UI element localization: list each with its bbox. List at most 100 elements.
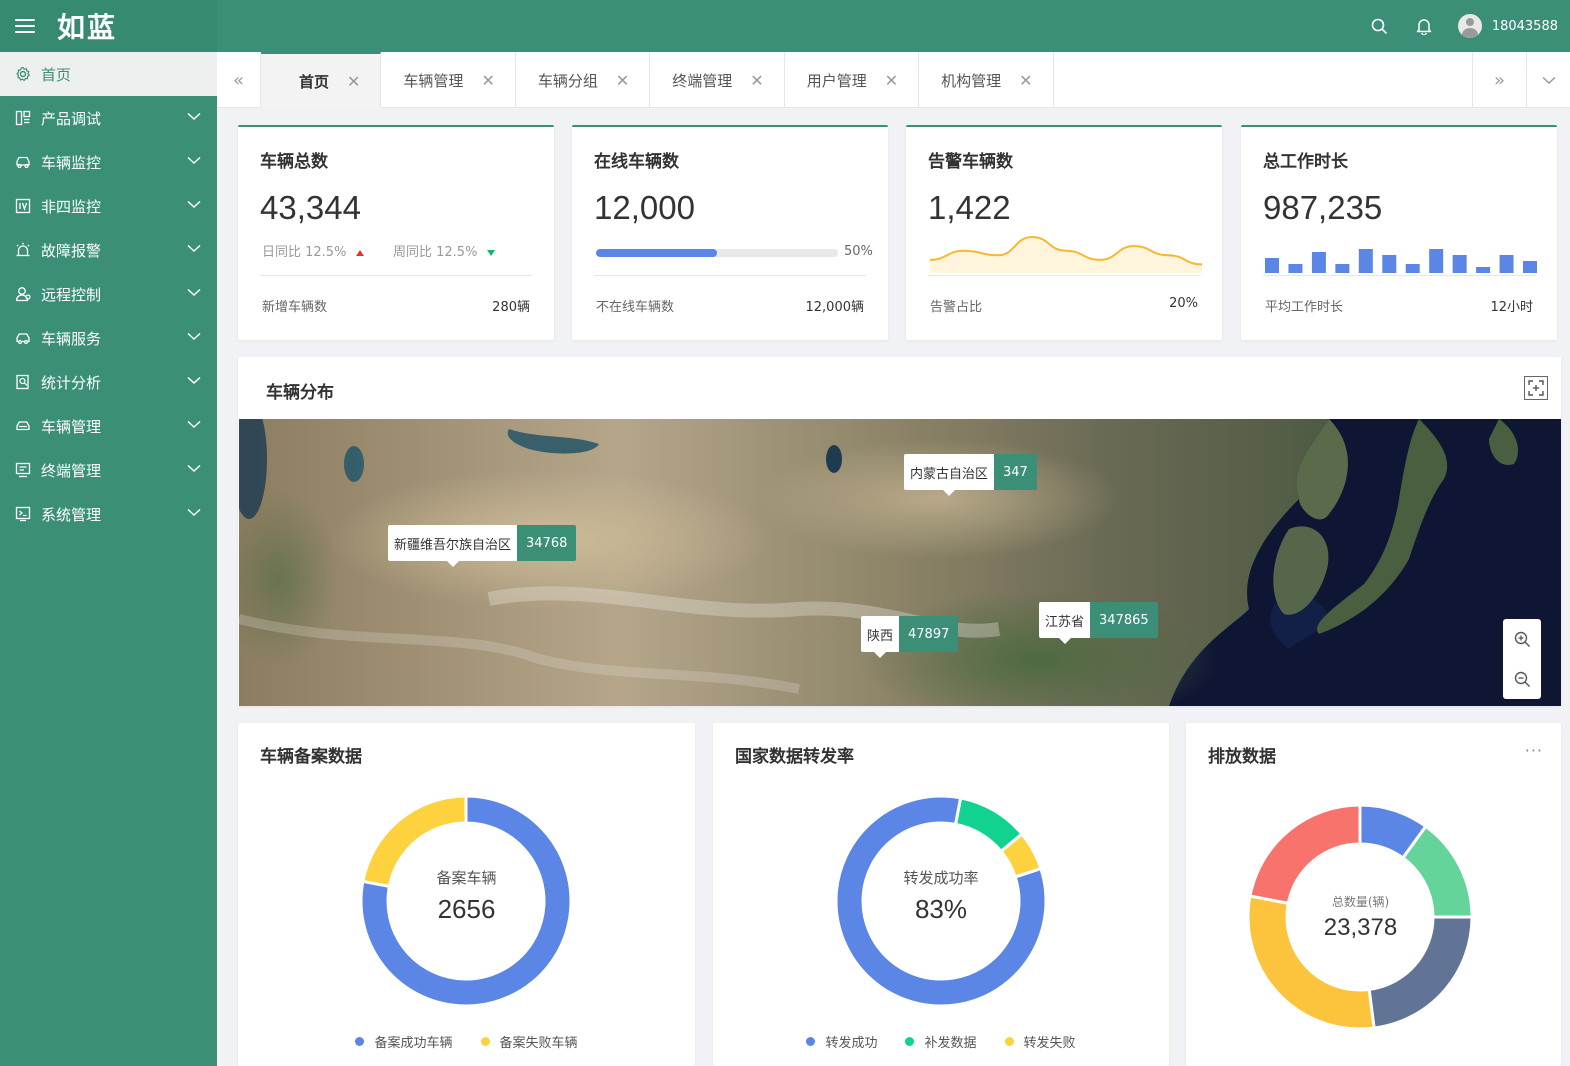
sidebar-item-product-debug[interactable]: 产品调试	[0, 96, 217, 140]
sidebar-item-car-monitor[interactable]: 车辆监控	[0, 140, 217, 184]
region-count: 347	[994, 454, 1037, 490]
search-icon[interactable]	[1370, 16, 1390, 36]
donut-center-value: 83%	[914, 894, 968, 924]
statistics-icon	[15, 374, 31, 390]
legend-dot	[355, 1037, 365, 1046]
tab-label: 用户管理	[806, 71, 867, 90]
close-icon[interactable]: ✕	[616, 71, 629, 90]
stat-value: 12,000	[594, 189, 695, 226]
sidebar-item-home[interactable]: 首页	[0, 52, 217, 96]
tab-user-manage[interactable]: 用户管理 ✕	[785, 52, 920, 108]
sidebar-item-label: 系统管理	[41, 505, 102, 524]
menu-toggle-icon[interactable]	[15, 19, 35, 33]
legend-item[interactable]: 补发数据	[905, 1032, 977, 1051]
map-terrain	[239, 419, 1561, 706]
legend-label: 转发失败	[1023, 1036, 1076, 1051]
zoom-in-icon[interactable]	[1503, 619, 1541, 659]
legend-item[interactable]: 备案失败车辆	[480, 1032, 578, 1051]
work-hours-bar	[1405, 264, 1420, 273]
map-label-xinjiang[interactable]: 新疆维吾尔族自治区 34768	[388, 525, 577, 567]
sidebar-item-alarm[interactable]: 故障报警	[0, 228, 217, 272]
stat-foot-value: 12,000辆	[805, 300, 865, 315]
map-zoom-controls	[1503, 619, 1541, 699]
sidebar-item-terminal[interactable]: 终端管理	[0, 448, 217, 492]
sidebar-item-label: 产品调试	[41, 109, 102, 128]
stat-title: 车辆总数	[260, 152, 328, 172]
tabs-scroll-left-icon[interactable]: «	[217, 52, 261, 108]
day-compare: 日同比 12.5%	[262, 241, 365, 260]
sidebar-item-iv-monitor[interactable]: 非四监控	[0, 184, 217, 228]
donut-center-value: 23,378	[1323, 914, 1398, 941]
work-hours-bar	[1335, 264, 1350, 273]
close-icon[interactable]: ✕	[1019, 71, 1032, 90]
work-hours-bars	[1265, 249, 1537, 273]
legend-item[interactable]: 备案成功车辆	[355, 1032, 453, 1051]
chevron-down-icon	[187, 112, 201, 121]
stat-foot-label: 不在线车辆数	[596, 300, 675, 315]
tabs-bar: « 首页 ✕ 车辆管理 ✕ 车辆分组 ✕ 终端管理 ✕ 用户管理 ✕ 机构管理 ✕ »	[217, 52, 1570, 108]
week-compare: 周同比 12.5%	[393, 241, 496, 260]
sidebar-item-statistics[interactable]: 统计分析	[0, 360, 217, 404]
close-icon[interactable]: ✕	[481, 71, 494, 90]
alarm-sparkline	[930, 235, 1202, 273]
zoom-out-icon[interactable]	[1503, 659, 1541, 699]
tab-home[interactable]: 首页 ✕	[261, 52, 382, 108]
legend-label: 备案失败车辆	[499, 1036, 578, 1051]
sidebar-item-car-manage[interactable]: 车辆管理	[0, 404, 217, 448]
tab-car-group[interactable]: 车辆分组 ✕	[516, 52, 651, 108]
car-service-icon	[15, 330, 31, 346]
donut-center-value: 2656	[437, 894, 496, 924]
more-options-icon[interactable]: ···	[1525, 741, 1543, 760]
map-label-shaanxi[interactable]: 陕西 47897	[861, 616, 959, 658]
tab-label: 车辆管理	[403, 71, 464, 90]
day-compare-text: 日同比 12.5%	[262, 245, 347, 260]
sidebar-item-label: 车辆服务	[41, 329, 102, 348]
region-count: 47897	[899, 616, 959, 652]
sidebar-item-label: 车辆管理	[41, 417, 102, 436]
legend-item[interactable]: 转发成功	[806, 1032, 877, 1051]
top-bar: 如蓝 18043588	[0, 0, 1570, 52]
sidebar-item-car-service[interactable]: 车辆服务	[0, 316, 217, 360]
tabs-menu-chevron-down-icon[interactable]	[1526, 52, 1570, 108]
tab-car-manage[interactable]: 车辆管理 ✕	[381, 52, 516, 108]
map-label-jiangsu[interactable]: 江苏省 347865	[1039, 602, 1158, 644]
chevron-down-icon	[187, 420, 201, 429]
fullscreen-icon[interactable]	[1524, 376, 1548, 400]
bell-icon[interactable]	[1414, 16, 1434, 36]
user-avatar[interactable]	[1457, 14, 1482, 38]
satellite-map[interactable]: 内蒙古自治区 347 新疆维吾尔族自治区 34768 陕西 47897 江苏省 …	[239, 419, 1561, 706]
map-label-inner-mongolia[interactable]: 内蒙古自治区 347	[904, 454, 1037, 496]
donut-center-label: 总数量(辆)	[1331, 895, 1390, 909]
divider	[928, 275, 1200, 276]
sidebar: 首页 产品调试 车辆监控 非四监控 故障报警 远程控制 车辆服务 统计分析 车辆…	[0, 52, 217, 1066]
sidebar-item-remote-control[interactable]: 远程控制	[0, 272, 217, 316]
work-hours-bar	[1499, 255, 1514, 273]
tab-label: 终端管理	[672, 71, 733, 90]
app-logo: 如蓝	[57, 11, 118, 44]
stat-foot-value: 12小时	[1490, 300, 1533, 315]
close-icon[interactable]: ✕	[347, 72, 360, 91]
sidebar-item-system[interactable]: 系统管理	[0, 492, 217, 536]
tab-terminal-manage[interactable]: 终端管理 ✕	[650, 52, 785, 108]
stat-card-total-vehicles: 车辆总数 43,344 日同比 12.5% 周同比 12.5% 新增车辆数 28…	[238, 125, 554, 340]
terminal-icon	[15, 462, 31, 478]
tabs-scroll-right-icon[interactable]: »	[1472, 52, 1526, 108]
chevron-down-icon	[187, 376, 201, 385]
divider	[594, 275, 866, 276]
legend-item[interactable]: 转发失败	[1004, 1032, 1076, 1051]
home-gear-icon	[15, 66, 31, 82]
close-icon[interactable]: ✕	[885, 71, 898, 90]
car-manage-icon	[15, 418, 31, 434]
close-icon[interactable]: ✕	[750, 71, 763, 90]
username[interactable]: 18043588	[1492, 19, 1558, 34]
online-progress-bar	[596, 249, 838, 257]
tab-org-manage[interactable]: 机构管理 ✕	[919, 52, 1054, 108]
donut-center-label: 转发成功率	[903, 869, 979, 887]
donut-slice	[1248, 805, 1362, 906]
stat-foot-label: 告警占比	[930, 300, 983, 315]
chevron-down-icon	[187, 464, 201, 473]
trend-up-icon	[356, 249, 365, 256]
region-name: 江苏省	[1039, 602, 1091, 644]
work-hours-bar	[1523, 261, 1537, 273]
data-forward-rate-panel: 国家数据转发率 转发成功率 83% 转发成功 补发数据 转发失败	[713, 723, 1169, 1066]
